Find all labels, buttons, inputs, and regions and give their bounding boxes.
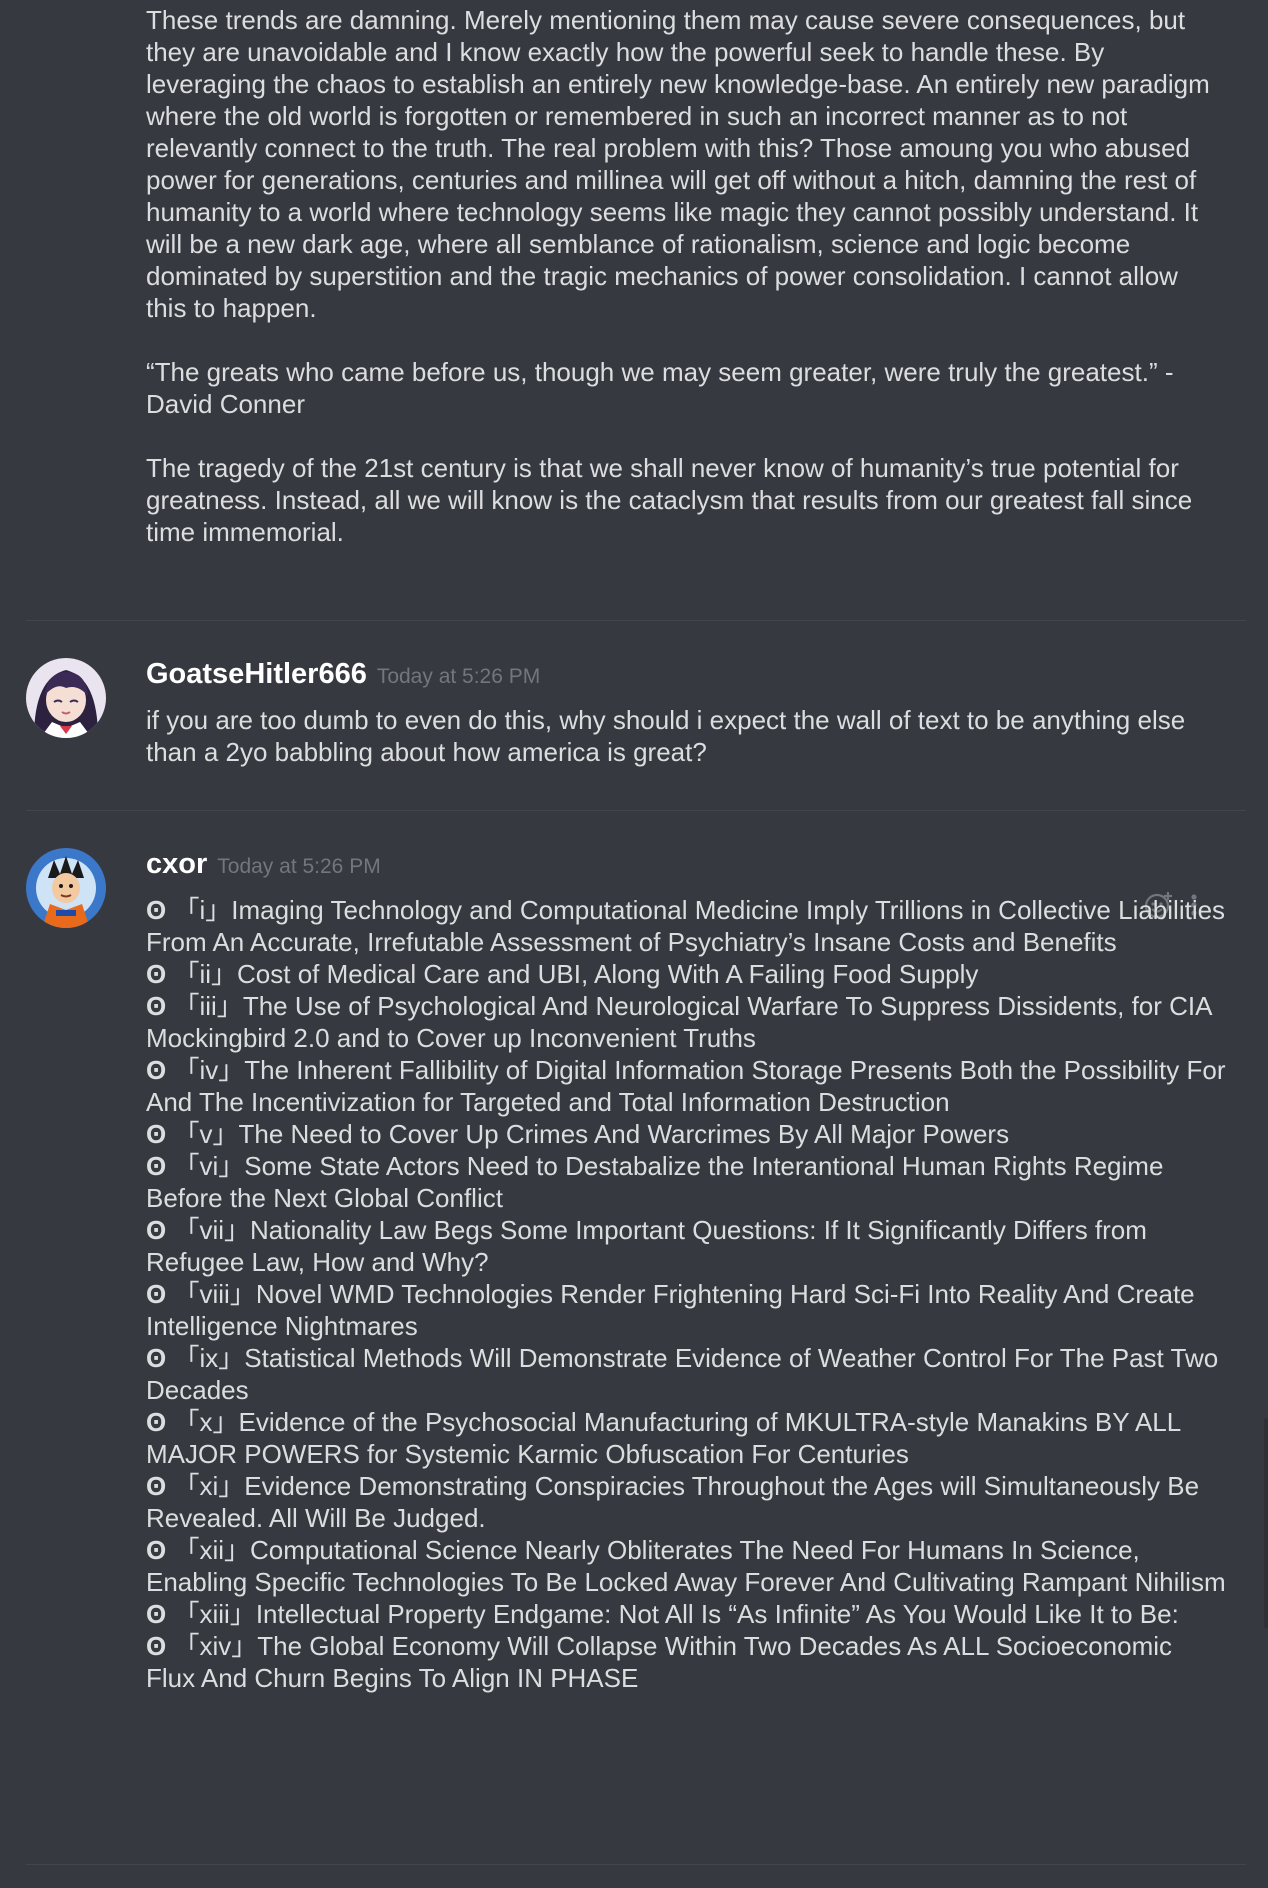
list-item: ʘ 「v」The Need to Cover Up Crimes And War… [146, 1118, 1226, 1150]
bullet-marker: ʘ [146, 1343, 167, 1373]
bullet-marker: ʘ [146, 1151, 167, 1181]
item-text: Some State Actors Need to Destabalize th… [146, 1151, 1164, 1213]
scrollbar[interactable] [1264, 1418, 1268, 1628]
message-group: GoatseHitler666 Today at 5:26 PM if you a… [26, 658, 1246, 778]
item-text: Computational Science Nearly Obliterates… [146, 1535, 1226, 1597]
message-header: GoatseHitler666 Today at 5:26 PM [146, 658, 540, 698]
message-divider [26, 620, 1246, 621]
item-text: Evidence of the Psychosocial Manufacturi… [146, 1407, 1181, 1469]
item-number: 「vii」 [173, 1215, 251, 1245]
anime-girl-avatar[interactable] [26, 658, 106, 738]
message-content-continued: These trends are damning. Merely mention… [146, 4, 1216, 548]
list-item: ʘ 「i」Imaging Technology and Computationa… [146, 894, 1226, 958]
list-item: ʘ 「vii」Nationality Law Begs Some Importa… [146, 1214, 1226, 1278]
bullet-marker: ʘ [146, 1055, 167, 1085]
item-number: 「vi」 [173, 1151, 245, 1181]
bullet-marker: ʘ [146, 1215, 167, 1245]
bullet-marker: ʘ [146, 1279, 167, 1309]
timestamp: Today at 5:26 PM [217, 855, 381, 878]
message-paragraph: These trends are damning. Merely mention… [146, 5, 1217, 323]
message-header: cxor Today at 5:26 PM [146, 848, 381, 888]
item-text: Nationality Law Begs Some Important Ques… [146, 1215, 1147, 1277]
username[interactable]: cxor [146, 848, 207, 880]
item-number: 「x」 [173, 1407, 239, 1437]
item-number: 「v」 [173, 1119, 239, 1149]
message-content: if you are too dumb to even do this, why… [146, 705, 1186, 767]
message-divider [26, 1864, 1246, 1865]
item-text: The Global Economy Will Collapse Within … [146, 1631, 1173, 1693]
list-item: ʘ 「ix」Statistical Methods Will Demonstra… [146, 1342, 1226, 1406]
bullet-marker: ʘ [146, 1535, 167, 1565]
item-number: 「ix」 [173, 1343, 245, 1373]
bullet-marker: ʘ [146, 1119, 167, 1149]
item-number: 「i」 [173, 895, 232, 925]
item-number: 「xi」 [173, 1471, 245, 1501]
list-item: ʘ 「ii」Cost of Medical Care and UBI, Alon… [146, 958, 1226, 990]
item-text: The Need to Cover Up Crimes And Warcrime… [238, 1119, 1010, 1149]
item-number: 「xii」 [173, 1535, 251, 1565]
item-text: The Use of Psychological And Neurologica… [146, 991, 1212, 1053]
list-item: ʘ 「viii」Novel WMD Technologies Render Fr… [146, 1278, 1226, 1342]
list-item: ʘ 「xiv」The Global Economy Will Collapse … [146, 1630, 1226, 1694]
anime-girl-avatar-icon [26, 658, 106, 738]
timestamp: Today at 5:26 PM [376, 665, 541, 688]
item-number: 「iv」 [173, 1055, 245, 1085]
message-content: ʘ 「i」Imaging Technology and Computationa… [146, 894, 1226, 1694]
bullet-marker: ʘ [146, 1631, 167, 1661]
list-item: ʘ 「xi」Evidence Demonstrating Conspiracie… [146, 1470, 1226, 1534]
item-text: Imaging Technology and Computational Med… [146, 895, 1226, 957]
item-number: 「xiv」 [173, 1631, 258, 1661]
item-number: 「viii」 [173, 1279, 256, 1309]
list-item: ʘ 「iv」The Inherent Fallibility of Digita… [146, 1054, 1226, 1118]
item-text: Evidence Demonstrating Conspiracies Thro… [146, 1471, 1200, 1533]
item-text: Intellectual Property Endgame: Not All I… [255, 1599, 1179, 1629]
item-number: 「xiii」 [173, 1599, 256, 1629]
message-divider [26, 810, 1246, 811]
cartoon-fighter-avatar[interactable] [26, 848, 106, 928]
item-text: Statistical Methods Will Demonstrate Evi… [146, 1343, 1219, 1405]
list-item: ʘ 「xii」Computational Science Nearly Obli… [146, 1534, 1226, 1598]
bullet-marker: ʘ [146, 1471, 167, 1501]
item-text: Cost of Medical Care and UBI, Along With… [237, 959, 979, 989]
bullet-marker: ʘ [146, 959, 167, 989]
item-text: Novel WMD Technologies Render Frightenin… [146, 1279, 1195, 1341]
list-item: ʘ 「iii」The Use of Psychological And Neur… [146, 990, 1226, 1054]
bullet-marker: ʘ [146, 991, 167, 1021]
username[interactable]: GoatseHitler666 [146, 658, 367, 690]
item-text: The Inherent Fallibility of Digital Info… [146, 1055, 1226, 1117]
bullet-marker: ʘ [146, 895, 167, 925]
chat-messages-area: These trends are damning. Merely mention… [0, 0, 1268, 1888]
message-paragraph: The tragedy of the 21st century is that … [146, 453, 1200, 547]
list-item: ʘ 「vi」Some State Actors Need to Destabal… [146, 1150, 1226, 1214]
bullet-marker: ʘ [146, 1407, 167, 1437]
list-item: ʘ 「x」Evidence of the Psychosocial Manufa… [146, 1406, 1226, 1470]
message-group: cxor Today at 5:26 PM ʘ 「i」Imaging Techn… [26, 848, 1246, 1828]
item-number: 「iii」 [173, 991, 243, 1021]
message-paragraph: “The greats who came before us, though w… [146, 357, 1181, 419]
item-number: 「ii」 [173, 959, 238, 989]
list-item: ʘ 「xiii」Intellectual Property Endgame: N… [146, 1598, 1226, 1630]
bullet-marker: ʘ [146, 1599, 167, 1629]
cartoon-fighter-avatar-icon [26, 848, 106, 928]
